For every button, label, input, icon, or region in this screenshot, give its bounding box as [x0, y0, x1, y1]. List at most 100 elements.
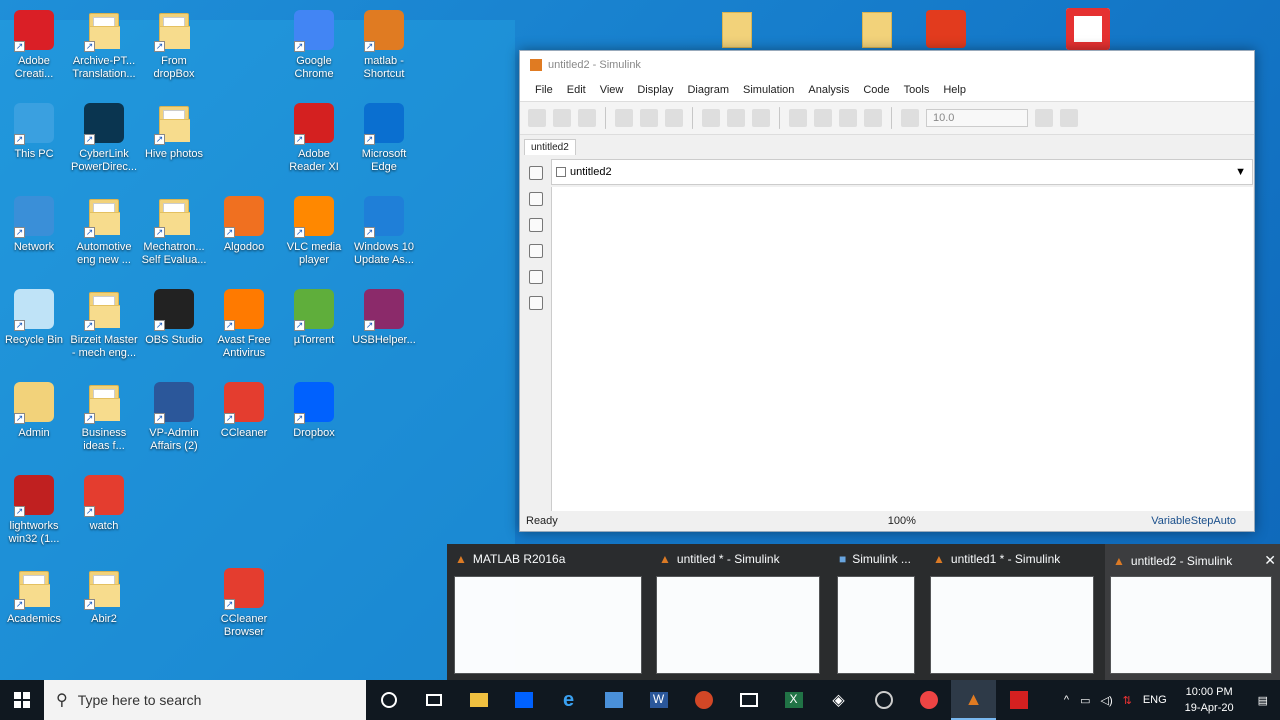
- preview-untitled[interactable]: ▲ untitled * - Simulink: [651, 544, 827, 680]
- desktop-icon[interactable]: ↗ CCleaner Browser: [210, 566, 278, 639]
- menu-item-help[interactable]: Help: [936, 84, 973, 96]
- task-view-icon[interactable]: [411, 680, 456, 720]
- notification-icon[interactable]: ▤: [1246, 694, 1280, 707]
- desktop-icon[interactable]: ↗ Dropbox: [280, 380, 348, 440]
- desktop-icon[interactable]: ↗ watch: [70, 473, 138, 533]
- fit-view-icon[interactable]: [528, 192, 543, 206]
- search-box[interactable]: ⚲ Type here to search: [44, 680, 366, 720]
- annotation-icon[interactable]: [528, 244, 543, 258]
- word-icon[interactable]: W: [636, 680, 681, 720]
- scope-icon[interactable]: [901, 109, 919, 127]
- start-button[interactable]: [0, 680, 44, 720]
- solver-name[interactable]: VariableStepAuto: [1151, 515, 1236, 527]
- powerpoint-icon[interactable]: [681, 680, 726, 720]
- clock[interactable]: 10:00 PM 19-Apr-20: [1173, 684, 1246, 716]
- close-icon[interactable]: ✕: [1264, 552, 1276, 569]
- chevron-down-icon[interactable]: ▼: [1235, 166, 1246, 178]
- chevron-up-icon[interactable]: ^: [1058, 694, 1075, 706]
- vs-code-icon[interactable]: ◈: [816, 680, 861, 720]
- tab-untitled2[interactable]: untitled2: [524, 139, 576, 155]
- desktop-icon[interactable]: ↗ Avast Free Antivirus: [210, 287, 278, 360]
- desktop-icon[interactable]: ↗ Adobe Reader XI: [280, 101, 348, 174]
- menu-item-code[interactable]: Code: [856, 84, 896, 96]
- menu-item-analysis[interactable]: Analysis: [801, 84, 856, 96]
- dropbox-taskbar-icon[interactable]: [501, 680, 546, 720]
- view-icon[interactable]: [752, 109, 770, 127]
- desktop-icon[interactable]: ↗ Academics: [0, 566, 68, 626]
- desktop-icon[interactable]: ↗ From dropBox: [140, 8, 208, 81]
- check-icon[interactable]: [1035, 109, 1053, 127]
- desktop-icon[interactable]: ↗ matlab - Shortcut: [350, 8, 418, 81]
- desktop-icon[interactable]: ↗ Mechatron... Self Evalua...: [140, 194, 208, 267]
- excel-icon[interactable]: X: [771, 680, 816, 720]
- preview-untitled1[interactable]: ▲ untitled1 * - Simulink: [925, 544, 1101, 680]
- up-icon[interactable]: [665, 109, 683, 127]
- desktop-icon[interactable]: ↗ Windows 10 Update As...: [350, 194, 418, 267]
- desktop-icon[interactable]: ↗ Google Chrome: [280, 8, 348, 81]
- desktop-icon[interactable]: ↗ This PC: [0, 101, 68, 161]
- store-icon[interactable]: [591, 680, 636, 720]
- model-canvas[interactable]: [551, 187, 1253, 513]
- menu-item-diagram[interactable]: Diagram: [680, 84, 736, 96]
- photos-icon[interactable]: [726, 680, 771, 720]
- desktop-icon[interactable]: ↗ VP-Admin Affairs (2): [140, 380, 208, 453]
- preview-untitled2[interactable]: ▲ untitled2 - Simulink ✕: [1105, 544, 1280, 680]
- area-icon[interactable]: [528, 296, 543, 310]
- arrow-icon[interactable]: [528, 218, 543, 232]
- model-address-bar[interactable]: untitled2 ▼: [551, 159, 1253, 185]
- zoom-icon[interactable]: [528, 166, 543, 180]
- menu-item-simulation[interactable]: Simulation: [736, 84, 801, 96]
- desktop-icon[interactable]: ↗ Automotive eng new ...: [70, 194, 138, 267]
- desktop-icon[interactable]: ↗ Birzeit Master - mech eng...: [70, 287, 138, 360]
- grid-icon[interactable]: [1060, 109, 1078, 127]
- model-explorer-icon[interactable]: [702, 109, 720, 127]
- preview-matlab[interactable]: ▲ MATLAB R2016a: [447, 544, 647, 680]
- desktop-icon-top-4[interactable]: [1066, 8, 1110, 50]
- desktop-icon[interactable]: ↗ Archive-PT... Translation...: [70, 8, 138, 81]
- menu-item-edit[interactable]: Edit: [560, 84, 593, 96]
- window-titlebar[interactable]: untitled2 - Simulink: [520, 51, 1254, 79]
- desktop-icon[interactable]: ↗ VLC media player: [280, 194, 348, 267]
- image-icon[interactable]: [528, 270, 543, 284]
- desktop-icon-top-3[interactable]: [926, 10, 966, 48]
- desktop-icon[interactable]: ↗ Recycle Bin: [0, 287, 68, 347]
- menu-item-display[interactable]: Display: [630, 84, 680, 96]
- acrobat-taskbar-icon[interactable]: [996, 680, 1041, 720]
- desktop-icon[interactable]: ↗ Network: [0, 194, 68, 254]
- back-icon[interactable]: [615, 109, 633, 127]
- desktop-icon[interactable]: ↗ USBHelper...: [350, 287, 418, 347]
- open-icon[interactable]: [553, 109, 571, 127]
- obs-taskbar-icon[interactable]: [861, 680, 906, 720]
- simulink-window[interactable]: untitled2 - Simulink File Edit View Display…: [519, 50, 1255, 532]
- desktop-icon[interactable]: ↗ Business ideas f...: [70, 380, 138, 453]
- desktop-icon[interactable]: ↗ OBS Studio: [140, 287, 208, 347]
- stop-time-field[interactable]: 10.0: [926, 109, 1028, 127]
- library-browser-icon[interactable]: [528, 109, 546, 127]
- desktop-icon[interactable]: ↗ CyberLink PowerDirec...: [70, 101, 138, 174]
- desktop-icon[interactable]: ↗ Hive photos: [140, 101, 208, 161]
- desktop-icon[interactable]: ↗ Microsoft Edge: [350, 101, 418, 174]
- preview-simulink-library[interactable]: ■ Simulink ...: [831, 544, 921, 680]
- menu-item-view[interactable]: View: [593, 84, 631, 96]
- matlab-taskbar-icon[interactable]: ▲: [951, 680, 996, 720]
- stop-icon[interactable]: [864, 109, 882, 127]
- cortana-icon[interactable]: [366, 680, 411, 720]
- step-forward-icon[interactable]: [839, 109, 857, 127]
- usb-icon[interactable]: ⇅: [1118, 694, 1137, 707]
- run-icon[interactable]: [814, 109, 832, 127]
- ccleaner-taskbar-icon[interactable]: [906, 680, 951, 720]
- menu-item-file[interactable]: File: [528, 84, 560, 96]
- desktop-icon[interactable]: ↗ Abir2: [70, 566, 138, 626]
- desktop-icon[interactable]: ↗ Adobe Creati...: [0, 8, 68, 81]
- network-tray-icon[interactable]: ▭: [1075, 694, 1095, 707]
- language-indicator[interactable]: ENG: [1137, 694, 1173, 706]
- menu-item-tools[interactable]: Tools: [897, 84, 937, 96]
- desktop-icon[interactable]: ↗ Admin: [0, 380, 68, 440]
- forward-icon[interactable]: [640, 109, 658, 127]
- settings-icon[interactable]: [727, 109, 745, 127]
- step-back-icon[interactable]: [789, 109, 807, 127]
- volume-icon[interactable]: ◁): [1095, 694, 1117, 707]
- desktop-icon[interactable]: ↗ Algodoo: [210, 194, 278, 254]
- desktop-icon[interactable]: ↗ CCleaner: [210, 380, 278, 440]
- file-explorer-icon[interactable]: [456, 680, 501, 720]
